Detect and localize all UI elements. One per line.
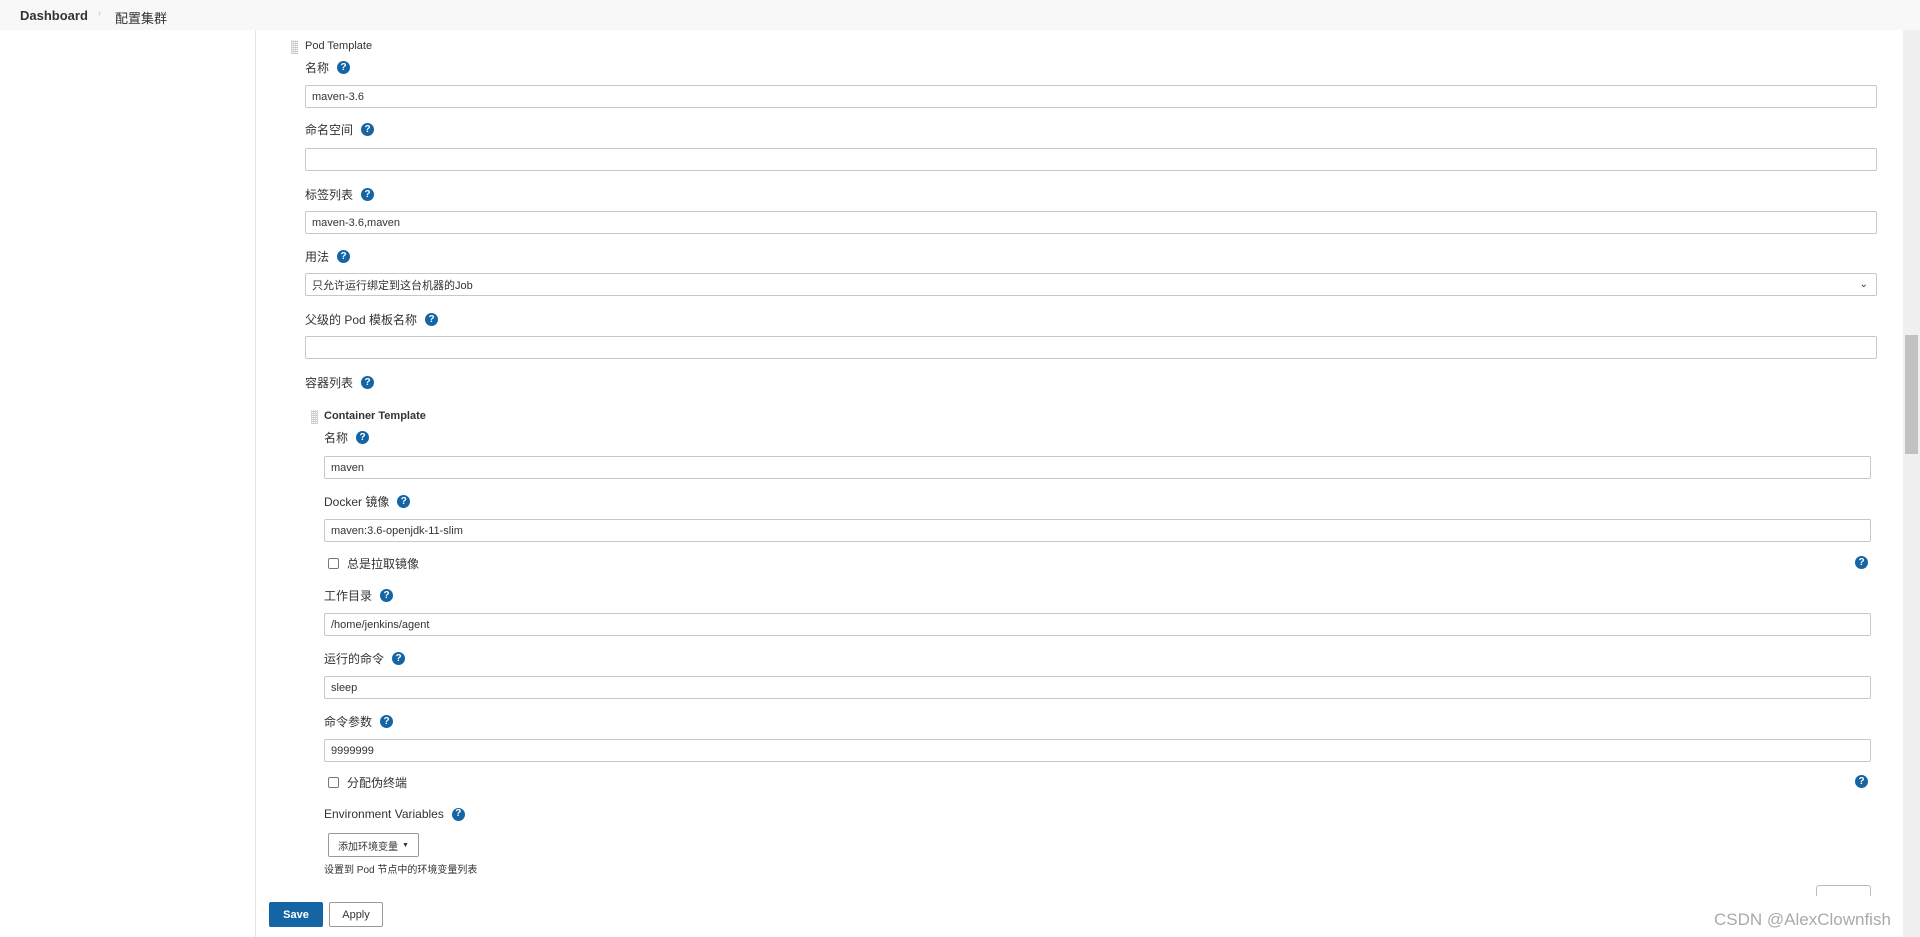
label-text: 用法: [305, 250, 330, 264]
label-text: 名称: [305, 61, 330, 75]
parent-template-input[interactable]: [305, 336, 1877, 359]
help-icon[interactable]: ?: [356, 431, 370, 444]
help-icon[interactable]: ?: [1855, 556, 1868, 569]
workdir-label: 工作目录?: [324, 587, 394, 604]
help-icon[interactable]: ?: [397, 495, 411, 508]
help-icon[interactable]: ?: [380, 715, 394, 728]
container-template-title: Container Template: [324, 410, 426, 422]
always-pull-checkbox[interactable]: [328, 558, 339, 569]
usage-label: 用法?: [305, 248, 351, 265]
scrollbar-thumb[interactable]: [1905, 335, 1918, 454]
tty-checkbox[interactable]: [328, 777, 339, 788]
args-input[interactable]: 9999999: [324, 739, 1871, 762]
breadcrumb-bar: Dashboard › 配置集群: [0, 0, 1920, 30]
help-icon[interactable]: ?: [1855, 775, 1868, 788]
chevron-right-icon: ›: [98, 8, 101, 18]
watermark: CSDN @AlexClownfish: [1714, 910, 1891, 929]
label-text: 命名空间: [305, 123, 354, 137]
env-vars-hint: 设置到 Pod 节点中的环境变量列表: [324, 865, 478, 876]
command-input[interactable]: sleep: [324, 676, 1871, 699]
breadcrumb-dashboard[interactable]: Dashboard: [20, 8, 88, 23]
workdir-input[interactable]: /home/jenkins/agent: [324, 613, 1871, 636]
usage-selected-value: 只允许运行绑定到这台机器的Job: [312, 279, 473, 292]
breadcrumb-configure-cluster[interactable]: 配置集群: [115, 8, 167, 27]
tty-row: 分配伪终端: [328, 774, 407, 791]
help-icon[interactable]: ?: [425, 313, 439, 326]
help-icon[interactable]: ?: [361, 376, 375, 389]
apply-button[interactable]: Apply: [329, 902, 383, 927]
namespace-input[interactable]: [305, 148, 1877, 171]
drag-handle-icon[interactable]: [311, 410, 318, 424]
help-icon[interactable]: ?: [337, 61, 351, 74]
help-icon[interactable]: ?: [361, 123, 375, 136]
caret-down-icon: ▼: [402, 841, 409, 849]
label-text: 名称: [324, 431, 349, 445]
help-icon[interactable]: ?: [392, 652, 406, 665]
help-icon[interactable]: ?: [337, 250, 351, 263]
label-text: 运行的命令: [324, 652, 385, 666]
chevron-down-icon: ⌄: [1859, 279, 1868, 290]
labels-input[interactable]: maven-3.6,maven: [305, 211, 1877, 234]
label-text: 容器列表: [305, 376, 354, 390]
container-name-input[interactable]: maven: [324, 456, 1871, 479]
docker-image-input[interactable]: maven:3.6-openjdk-11-slim: [324, 519, 1871, 542]
docker-image-label: Docker 镜像?: [324, 493, 411, 510]
help-icon[interactable]: ?: [451, 807, 465, 821]
labels-label: 标签列表?: [305, 186, 375, 203]
env-vars-label: Environment Variables?: [324, 807, 465, 821]
label-text: Environment Variables: [324, 807, 444, 821]
help-icon[interactable]: ?: [380, 589, 394, 602]
sidebar: [0, 30, 256, 937]
pod-name-label: 名称?: [305, 59, 351, 76]
label-text: 分配伪终端: [347, 776, 408, 790]
help-icon[interactable]: ?: [361, 188, 375, 201]
container-name-label: 名称?: [324, 429, 370, 446]
containers-label: 容器列表?: [305, 374, 375, 391]
delete-container-button[interactable]: [1816, 885, 1871, 896]
usage-select[interactable]: 只允许运行绑定到这台机器的Job ⌄: [305, 273, 1877, 296]
pod-template-title: Pod Template: [305, 40, 373, 52]
label-text: 父级的 Pod 模板名称: [305, 313, 418, 327]
button-label: 添加环境变量: [338, 841, 399, 853]
namespace-label: 命名空间?: [305, 121, 375, 138]
drag-handle-icon[interactable]: [291, 40, 298, 54]
label-text: Docker 镜像: [324, 495, 390, 509]
command-label: 运行的命令?: [324, 650, 406, 667]
add-env-var-button[interactable]: 添加环境变量 ▼: [328, 833, 419, 857]
save-button[interactable]: Save: [269, 902, 323, 927]
label-text: 总是拉取镜像: [347, 557, 420, 571]
scrollbar-track[interactable]: [1903, 30, 1920, 937]
parent-template-label: 父级的 Pod 模板名称?: [305, 311, 439, 328]
label-text: 工作目录: [324, 589, 373, 603]
pod-name-input[interactable]: maven-3.6: [305, 85, 1877, 108]
args-label: 命令参数?: [324, 713, 394, 730]
label-text: 标签列表: [305, 188, 354, 202]
always-pull-row: 总是拉取镜像: [328, 555, 419, 572]
label-text: 命令参数: [324, 715, 373, 729]
